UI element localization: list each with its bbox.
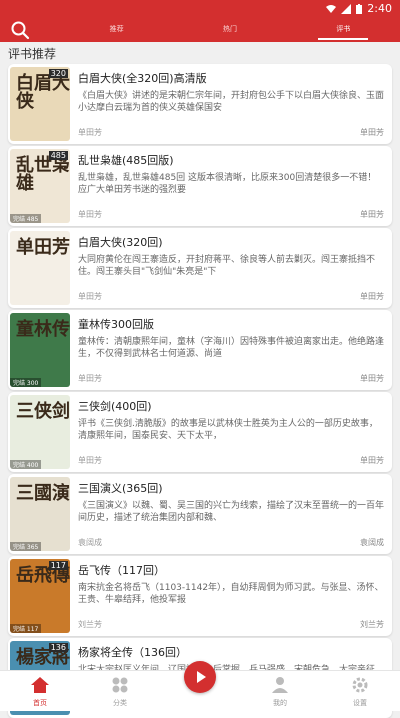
- wifi-icon: [326, 4, 337, 13]
- book-title: 三侠剑(400回): [78, 400, 152, 413]
- book-author: 袁阔成: [78, 538, 102, 547]
- cover-title: 白眉大侠: [16, 73, 70, 112]
- book-card[interactable]: 三國演完结 365 三国演义(365回) 《三国演义》以魏、蜀、吴三国的兴亡为线索，…: [8, 474, 392, 554]
- book-narrator: 单田芳: [360, 374, 384, 383]
- search-icon[interactable]: [10, 20, 30, 40]
- bottom-nav: 首页 分类 我的 设置: [0, 661, 400, 711]
- book-title: 乱世枭雄(485回版): [78, 154, 174, 167]
- nav-label-mine: 我的: [273, 699, 287, 707]
- book-author: 单田芳: [78, 456, 102, 465]
- nav-mine[interactable]: 我的: [240, 671, 320, 711]
- book-description: 评书《三侠剑.清脆版》的故事是以武林侠士胜英为主人公的一部历史故事，清康熙年间，…: [78, 419, 378, 441]
- cover-badge: 320: [48, 69, 68, 78]
- cover-count: 完结 117: [10, 624, 42, 633]
- nav-label-category: 分类: [113, 699, 127, 707]
- book-cover: 岳飛傳 117 完结 117: [10, 559, 70, 633]
- book-author: 单田芳: [78, 292, 102, 301]
- cover-title: 三國演: [16, 483, 70, 504]
- play-icon: [197, 671, 206, 683]
- book-description: 《白眉大侠》讲述的是宋朝仁宗年间，开封府包公手下以白眉大侠徐良、玉面小达摩白云瑞…: [78, 91, 384, 113]
- book-card[interactable]: 童林传完结 300 童林传300回版童林传：清朝康熙年间，童林（字海川）因特殊事件…: [8, 310, 392, 390]
- status-bar: 2:40: [0, 0, 400, 18]
- book-title: 白眉大侠(320回): [78, 236, 163, 249]
- user-icon: [272, 677, 288, 693]
- tab-recommend[interactable]: 推荐: [60, 18, 173, 42]
- book-card[interactable]: 岳飛傳 117 完结 117 岳飞传（117回） 南宋抗金名将岳飞（1103-1142年…: [8, 556, 392, 636]
- app-bar: 推荐 热门 评书: [0, 18, 400, 42]
- book-narrator: 单田芳: [360, 210, 384, 219]
- book-description: 《三国演义》以魏、蜀、吴三国的兴亡为线索，描绘了汉末至晋统一的一百年间历史，描述…: [78, 501, 384, 523]
- book-narrator: 刘兰芳: [360, 620, 384, 629]
- tab-pingshu[interactable]: 评书: [287, 18, 400, 42]
- signal-icon: [341, 3, 352, 14]
- cover-count: 完结 485: [10, 214, 42, 223]
- cover-title: 童林传: [16, 319, 70, 340]
- cover-badge: 485: [48, 151, 68, 160]
- book-cover: 白眉大侠 320: [10, 67, 70, 141]
- cover-badge: 136: [48, 643, 68, 652]
- cover-title: 单田芳: [16, 237, 70, 258]
- home-icon: [31, 677, 49, 693]
- book-author: 单田芳: [78, 210, 102, 219]
- book-title: 岳飞传（117回）: [78, 564, 165, 577]
- cover-count: 完结 365: [10, 542, 42, 551]
- status-icons: 2:40: [326, 2, 392, 15]
- status-time: 2:40: [367, 2, 392, 15]
- tab-hot[interactable]: 热门: [173, 18, 286, 42]
- book-title: 白眉大侠(全320回)高清版: [78, 72, 207, 85]
- cover-title: 三侠剑: [16, 401, 70, 422]
- book-cover: 单田芳: [10, 231, 70, 305]
- nav-label-home: 首页: [33, 699, 47, 707]
- book-cover: 童林传完结 300: [10, 313, 70, 387]
- cover-title: 乱世枭雄: [16, 155, 70, 194]
- section-title: 评书推荐: [8, 47, 57, 61]
- book-narrator: 袁阔成: [360, 538, 384, 547]
- book-author: 刘兰芳: [78, 620, 102, 629]
- cover-count: 完结 400: [10, 460, 42, 469]
- book-narrator: 单田芳: [360, 456, 384, 465]
- player-button[interactable]: [184, 661, 216, 693]
- tab-bar: 推荐 热门 评书: [60, 18, 400, 42]
- nav-category[interactable]: 分类: [80, 671, 160, 711]
- cover-count: 完结 300: [10, 378, 42, 387]
- book-card[interactable]: 白眉大侠 320 白眉大侠(全320回)高清版《白眉大侠》讲述的是宋朝仁宗年间，开封…: [8, 64, 392, 144]
- book-cover: 乱世枭雄 485 完结 485: [10, 149, 70, 223]
- book-card[interactable]: 单田芳 白眉大侠(320回) 大同府黄伦在闯王寨造反，开封府蒋平、徐良等人前去剿灭。…: [8, 228, 392, 308]
- nav-player[interactable]: [160, 661, 240, 711]
- settings-icon: [352, 677, 368, 693]
- book-title: 童林传300回版: [78, 318, 154, 331]
- book-description: 乱世枭雄，乱世枭雄485回 这版本很清晰，比原来300回清楚很多一不错！ 应广大…: [78, 173, 377, 195]
- book-author: 单田芳: [78, 128, 102, 137]
- nav-home[interactable]: 首页: [0, 671, 80, 711]
- nav-label-settings: 设置: [353, 699, 367, 707]
- book-title: 杨家将全传（136回）: [78, 646, 187, 659]
- book-description: 南宋抗金名将岳飞（1103-1142年），自幼拜周侗为师习武。与张显、汤怀、王贵…: [78, 583, 384, 605]
- grid-icon: [112, 677, 128, 693]
- battery-icon: [356, 3, 363, 14]
- book-title: 三国演义(365回): [78, 482, 163, 495]
- book-cover: 三侠剑完结 400: [10, 395, 70, 469]
- book-narrator: 单田芳: [360, 128, 384, 137]
- book-card[interactable]: 乱世枭雄 485 完结 485 乱世枭雄(485回版) 乱世枭雄，乱世枭雄485回 这版…: [8, 146, 392, 226]
- cover-badge: 117: [48, 561, 68, 570]
- nav-settings[interactable]: 设置: [320, 671, 400, 711]
- book-description: 童林传：清朝康熙年间，童林（字海川）因特殊事件被迫离家出走。他绝路逢生，不仅得到…: [78, 337, 384, 359]
- book-description: 大同府黄伦在闯王寨造反，开封府蒋平、徐良等人前去剿灭。闯王寨抵挡不住。闯王寨头目…: [78, 255, 376, 277]
- book-cover: 三國演完结 365: [10, 477, 70, 551]
- book-card[interactable]: 三侠剑完结 400 三侠剑(400回) 评书《三侠剑.清脆版》的故事是以武林侠士胜英…: [8, 392, 392, 472]
- book-narrator: 单田芳: [360, 292, 384, 301]
- book-author: 单田芳: [78, 374, 102, 383]
